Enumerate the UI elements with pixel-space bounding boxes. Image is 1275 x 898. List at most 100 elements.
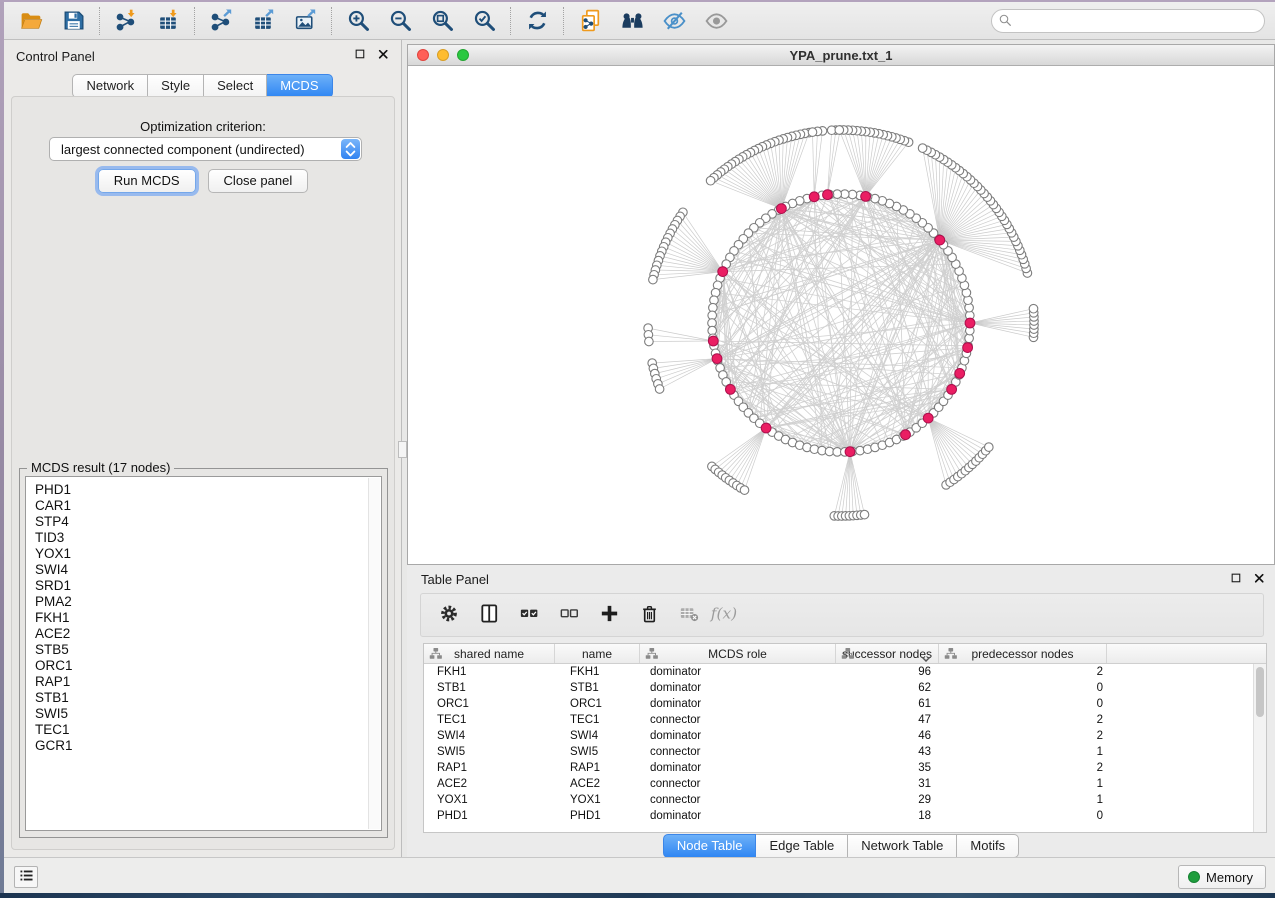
splitter-collapse-handle[interactable] [398,441,407,458]
mcds-result-item[interactable]: STB1 [35,690,381,706]
mcds-result-item[interactable]: TEC1 [35,722,381,738]
tab-network[interactable]: Network [72,74,148,98]
export-table-button[interactable] [246,6,280,36]
table-row-STB1[interactable]: STB1STB1dominator620 [424,680,1266,696]
deselect-all-button[interactable] [557,603,581,627]
import-network-button[interactable] [109,6,143,36]
tab-node-table[interactable]: Node Table [663,834,757,858]
mcds-result-item[interactable]: STB5 [35,642,381,658]
float-panel-button[interactable] [1230,572,1244,586]
table-row-SWI4[interactable]: SWI4SWI4dominator462 [424,728,1266,744]
table-row-FKH1[interactable]: FKH1FKH1dominator962 [424,664,1266,680]
zoom-out-button[interactable] [383,6,417,36]
sort-chevron-icon[interactable] [921,651,931,658]
hide-selected-button[interactable] [657,6,691,36]
network-window-titlebar[interactable]: YPA_prune.txt_1 [408,45,1274,66]
copy-network-icon [578,8,603,33]
float-icon [1230,572,1243,586]
import-network-icon [114,8,139,33]
mcds-result-list[interactable]: PHD1CAR1STP4TID3YOX1SWI4SRD1PMA2FKH1ACE2… [25,476,382,831]
float-panel-button[interactable] [354,48,368,62]
clear-table-button[interactable] [677,603,701,627]
optimization-criterion-label: Optimization criterion: [12,119,394,134]
mcds-result-item[interactable]: ORC1 [35,658,381,674]
table-row-PHD1[interactable]: PHD1PHD1dominator180 [424,808,1266,824]
search-input[interactable] [991,9,1265,33]
mcds-result-item[interactable]: FKH1 [35,610,381,626]
tab-network-table[interactable]: Network Table [848,834,957,858]
zoom-fit-button[interactable] [425,6,459,36]
network-window-title: YPA_prune.txt_1 [408,48,1274,63]
column-header-successor-nodes[interactable]: successor nodes [836,644,939,663]
export-network-button[interactable] [204,6,238,36]
mcds-result-item[interactable]: ACE2 [35,626,381,642]
mcds-result-item[interactable]: TID3 [35,530,381,546]
column-header-predecessor-nodes[interactable]: predecessor nodes [939,644,1107,663]
tab-mcds[interactable]: MCDS [267,74,332,98]
zoom-in-button[interactable] [341,6,375,36]
mcds-result-item[interactable]: PMA2 [35,594,381,610]
mcds-result-item[interactable]: SWI4 [35,562,381,578]
table-row-YOX1[interactable]: YOX1YOX1connector291 [424,792,1266,808]
table-row-TEC1[interactable]: TEC1TEC1connector472 [424,712,1266,728]
mcds-result-item[interactable]: SRD1 [35,578,381,594]
table-panel-tabs: Node TableEdge TableNetwork TableMotifs [407,834,1275,858]
cell-MCDS-role: dominator [640,682,836,694]
copy-network-button[interactable] [573,6,607,36]
cell-name: ORC1 [555,698,640,710]
table-scrollbar[interactable] [1253,664,1266,832]
tab-style[interactable]: Style [148,74,204,98]
mcds-result-item[interactable]: YOX1 [35,546,381,562]
function-builder-button[interactable]: f(x) [717,603,741,627]
select-all-button[interactable] [517,603,541,627]
criterion-select[interactable]: largest connected component (undirected) [49,137,362,161]
save-session-button[interactable] [56,6,90,36]
mcds-list-scrollbar[interactable] [368,478,380,829]
network-canvas[interactable] [408,66,1274,564]
table-row-RAP1[interactable]: RAP1RAP1dominator352 [424,760,1266,776]
column-type-icon [841,647,855,660]
mcds-result-item[interactable]: PHD1 [35,482,381,498]
refresh-view-button[interactable] [520,6,554,36]
tab-edge-table[interactable]: Edge Table [756,834,848,858]
close-panel-button[interactable]: Close panel [208,169,309,193]
add-row-button[interactable] [597,603,621,627]
toggle-columns-button[interactable] [477,603,501,627]
export-image-button[interactable] [288,6,322,36]
import-table-button[interactable] [151,6,185,36]
node-table: shared namenameMCDS rolesuccessor nodesp… [423,643,1267,833]
toolbar-separator [194,7,195,35]
table-row-ACE2[interactable]: ACE2ACE2connector311 [424,776,1266,792]
table-row-SWI5[interactable]: SWI5SWI5connector431 [424,744,1266,760]
open-file-button[interactable] [14,6,48,36]
table-scrollbar-thumb[interactable] [1256,667,1264,717]
mcds-result-item[interactable]: SWI5 [35,706,381,722]
close-panel-button[interactable] [1253,572,1267,586]
table-row-ORC1[interactable]: ORC1ORC1dominator610 [424,696,1266,712]
tab-motifs[interactable]: Motifs [957,834,1019,858]
column-header-shared-name[interactable]: shared name [424,644,555,663]
settings-gear-button[interactable] [437,603,461,627]
mcds-result-item[interactable]: RAP1 [35,674,381,690]
column-header-name[interactable]: name [555,644,640,663]
memory-button[interactable]: Memory [1178,865,1266,889]
zoom-selected-button[interactable] [467,6,501,36]
first-neighbors-button[interactable] [615,6,649,36]
mcds-result-item[interactable]: GCR1 [35,738,381,754]
mcds-result-item[interactable]: CAR1 [35,498,381,514]
hide-selected-icon [662,8,687,33]
column-type-icon [645,647,659,660]
show-panels-button[interactable] [14,866,38,888]
column-header-MCDS-role[interactable]: MCDS role [640,644,836,663]
show-all-button[interactable] [699,6,733,36]
control-panel-title: Control Panel [16,49,95,64]
delete-row-button[interactable] [637,603,661,627]
toolbar-group [109,6,185,36]
run-mcds-button[interactable]: Run MCDS [98,169,196,193]
tab-select[interactable]: Select [204,74,267,98]
close-panel-button[interactable] [377,48,391,62]
memory-label: Memory [1206,870,1253,885]
mcds-result-item[interactable]: STP4 [35,514,381,530]
cell-MCDS-role: dominator [640,698,836,710]
select-stepper-icon[interactable] [341,139,360,159]
